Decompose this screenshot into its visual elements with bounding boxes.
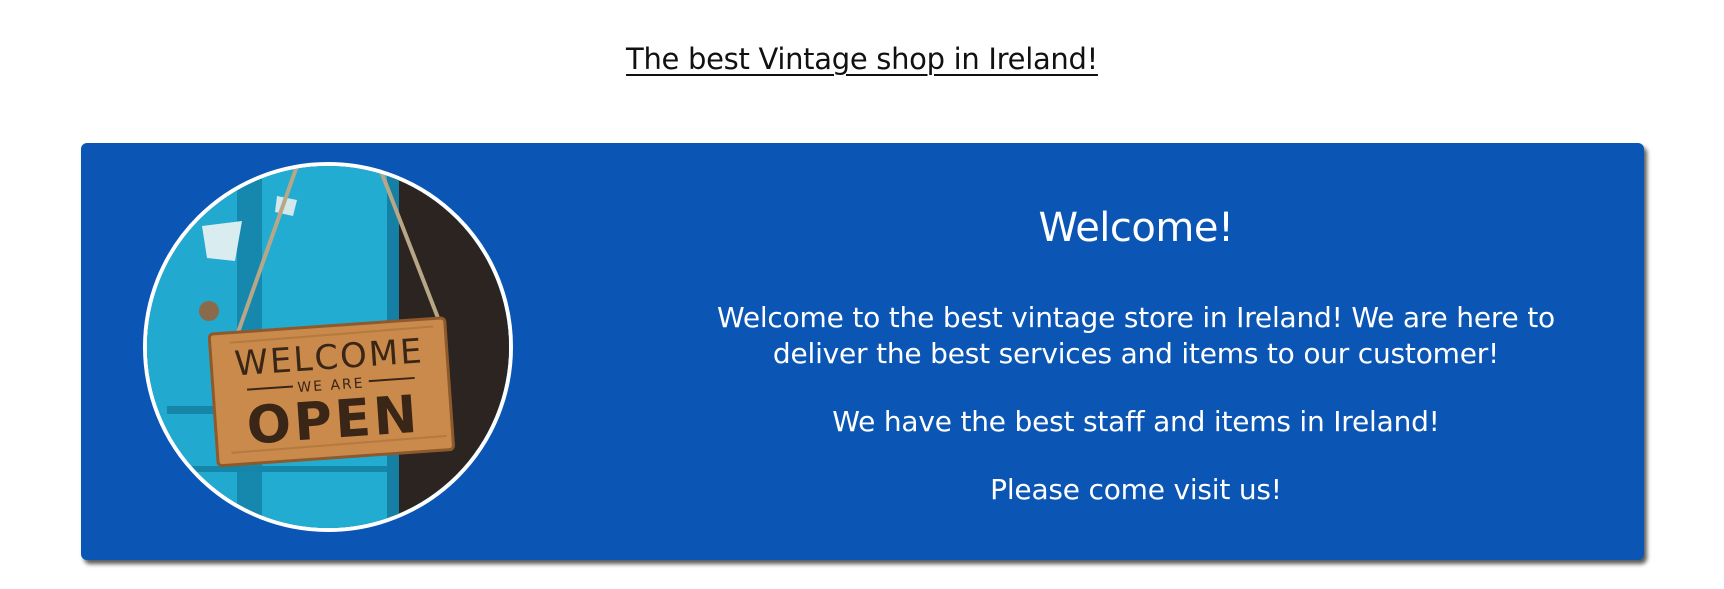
welcome-paragraph-visit: Please come visit us! (990, 473, 1282, 506)
welcome-heading: Welcome! (1038, 205, 1234, 251)
header: The best Vintage shop in Ireland! (0, 42, 1724, 76)
welcome-paragraph-staff: We have the best staff and items in Irel… (832, 405, 1440, 438)
welcome-card: WELCOME WE ARE OPEN Welcome! Welcome to … (81, 143, 1644, 560)
svg-text:OPEN: OPEN (245, 385, 422, 457)
tagline-link[interactable]: The best Vintage shop in Ireland! (626, 42, 1098, 76)
page: The best Vintage shop in Ireland! WELCOM… (0, 0, 1724, 589)
welcome-paragraph-intro: Welcome to the best vintage store in Ire… (716, 301, 1555, 370)
welcome-open-sign-image: WELCOME WE ARE OPEN (143, 162, 513, 532)
